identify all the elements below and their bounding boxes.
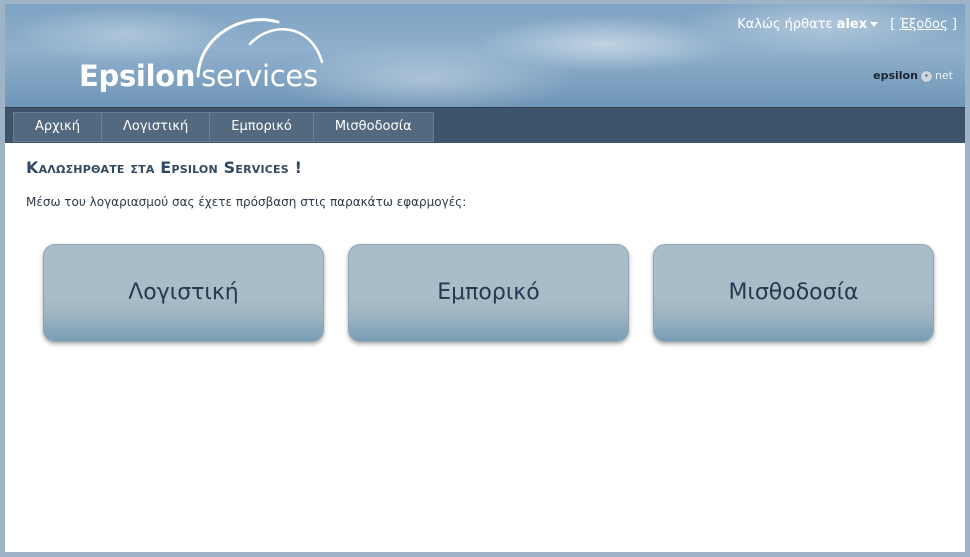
caret-down-icon[interactable] — [870, 22, 879, 27]
user-area: Καλώς ήρθατε alex [ Έξοδος ] — [737, 17, 957, 32]
welcome-text: Καλώς ήρθατε — [737, 17, 833, 32]
tile-accounting-button[interactable]: Λογιστική — [43, 244, 324, 342]
tile-commercial-button[interactable]: Εμπορικό — [348, 244, 629, 342]
nav-item-accounting[interactable]: Λογιστική — [102, 113, 211, 141]
username-menu[interactable]: alex — [837, 17, 867, 32]
main-content: Καλωσηρθατε στα Epsilon Services ! Μέσω … — [5, 143, 965, 552]
epsilon-services-logo[interactable]: Epsilon services — [75, 14, 335, 104]
tile-payroll-button[interactable]: Μισθοδοσία — [653, 244, 934, 342]
header-banner: Epsilon services Καλώς ήρθατε alex [ Έξοδο… — [5, 4, 965, 107]
nav-item-payroll[interactable]: Μισθοδοσία — [314, 113, 433, 141]
logo-word-services: services — [201, 59, 318, 93]
brand-dot-icon: • — [919, 69, 933, 83]
nav-item-commercial[interactable]: Εμπορικό — [210, 113, 314, 141]
page-title: Καλωσηρθατε στα Epsilon Services ! — [26, 158, 303, 177]
brand-part1: epsilon — [873, 69, 918, 82]
nav-items: Αρχική Λογιστική Εμπορικό Μισθοδοσία — [13, 112, 434, 142]
nav-item-home[interactable]: Αρχική — [14, 113, 102, 141]
intro-text: Μέσω του λογαριασμού σας έχετε πρόσβαση … — [26, 195, 467, 209]
logout-bracket-close: ] — [951, 17, 957, 32]
app-window: Epsilon services Καλώς ήρθατε alex [ Έξοδο… — [0, 0, 970, 557]
logout-bracket-open: [ — [890, 17, 896, 32]
logo-word-epsilon: Epsilon — [79, 59, 196, 93]
main-nav: Αρχική Λογιστική Εμπορικό Μισθοδοσία — [5, 107, 965, 143]
logout-link[interactable]: Έξοδος — [899, 17, 947, 32]
brand-part2: net — [934, 69, 953, 82]
logo-text: Epsilon services — [79, 59, 318, 93]
epsilon-net-logo: epsilon • net — [873, 69, 953, 83]
